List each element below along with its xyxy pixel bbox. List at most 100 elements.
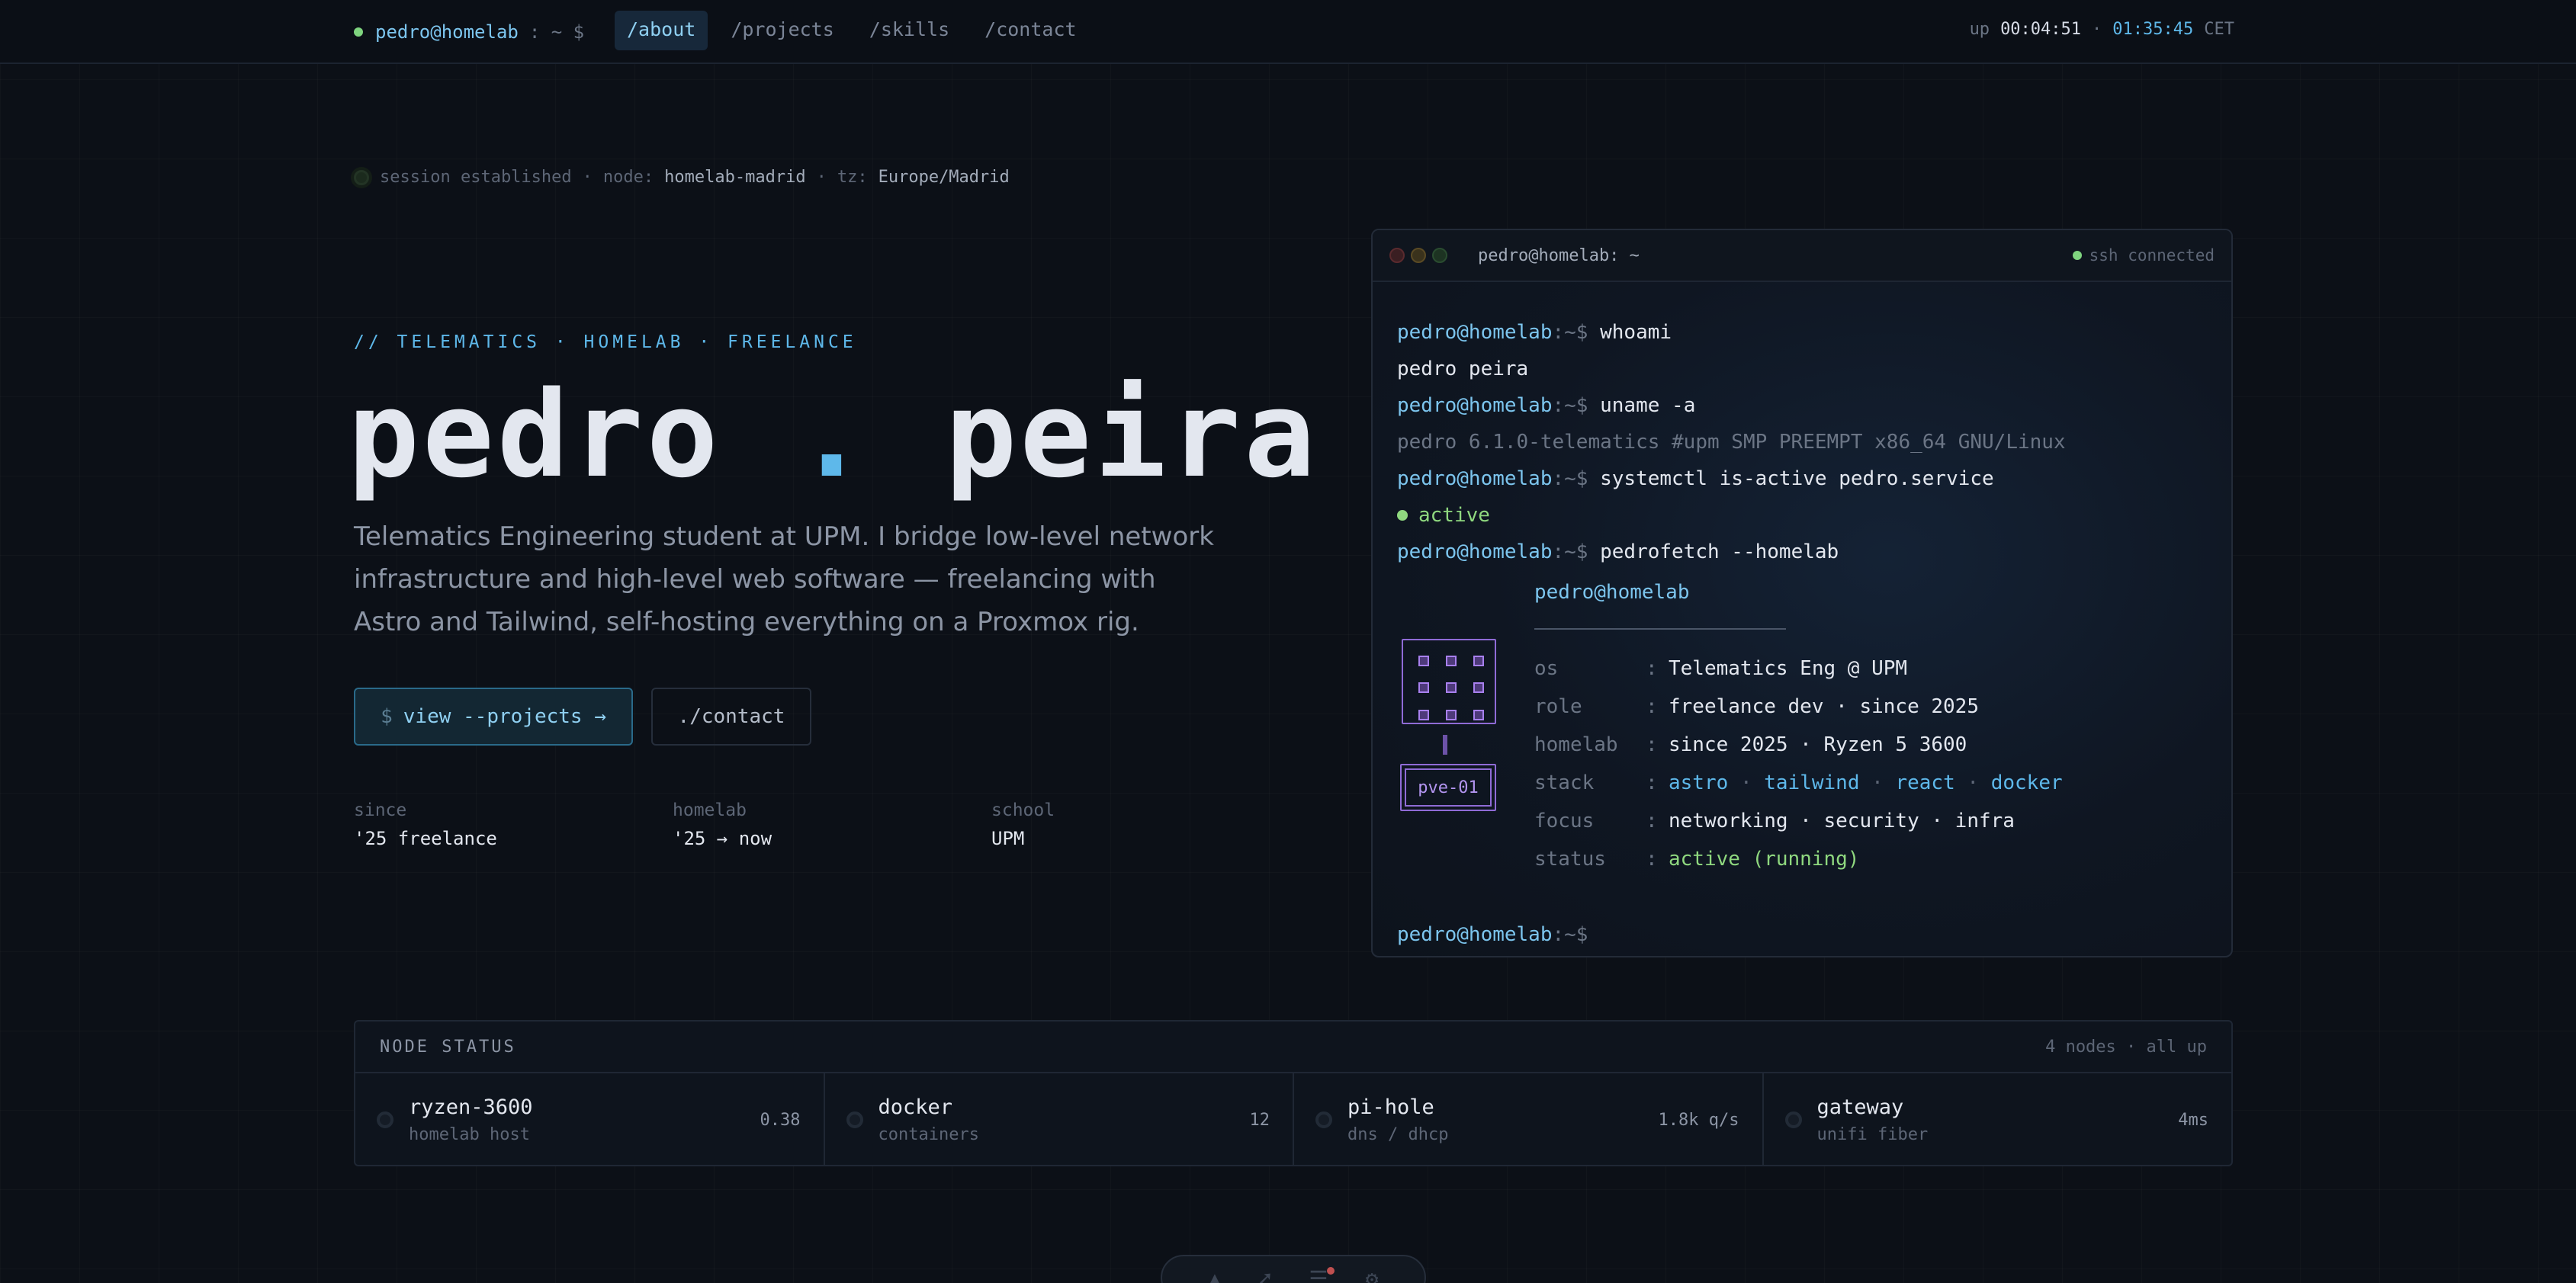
fetch-key: homelab [1534,733,1618,756]
rocket-icon[interactable]: ➚ [1258,1269,1271,1283]
stat-since: since '25 freelance [354,800,673,849]
stat-label: school [991,800,1055,820]
node-card[interactable]: ryzen-3600 homelab host 0.38 [355,1073,825,1166]
prompt-suffix: :~$ [1552,321,1588,344]
fetch-value: Telematics Eng @ UPM [1669,657,1908,680]
fetch-row-os: os : Telematics Eng @ UPM [1534,650,2063,688]
command: uname -a [1600,394,1696,417]
fetch-row-role: role : freelance dev · since 2025 [1534,688,2063,726]
session-separator: · [816,168,827,187]
astro-icon[interactable]: ▲ [1209,1269,1222,1283]
prompt-suffix: :~$ [1552,394,1588,417]
uptime-value: 00:04:51 [2000,20,2082,39]
prompt-path: : ~ $ [528,21,585,43]
node-card[interactable]: pi-hole dns / dhcp 1.8k q/s [1294,1073,1764,1166]
node-name: docker [878,1095,953,1119]
terminal-line: pedro@homelab:~$ uname -a [1397,387,2207,424]
fetch-value: networking · security · infra [1669,810,2015,832]
top-navbar: pedro@homelab : ~ $ /about /projects /sk… [0,0,2576,64]
minimize-window-icon[interactable] [1411,248,1426,263]
terminal-body[interactable]: pedro@homelab:~$ whoami pedro peira pedr… [1373,282,2231,953]
node-status-icon [1315,1111,1332,1128]
fetch-key: status [1534,848,1606,871]
fetch-row-stack: stack : astro · tailwind · react · docke… [1534,764,2063,802]
fetch-key: stack [1534,771,1595,794]
terminal-window: pedro@homelab: ~ ssh connected pedro@hom… [1371,229,2233,957]
node-name: pi-hole [1347,1095,1434,1119]
stack-separator: · [1871,771,1884,794]
fetch-key: focus [1534,810,1595,832]
stack-list: astro · tailwind · react · docker [1669,764,2063,802]
nav-contact[interactable]: /contact [972,11,1088,50]
nav-skills[interactable]: /skills [857,11,962,50]
command-output: pedro 6.1.0-telematics #upm SMP PREEMPT … [1397,431,2066,454]
fetch-row-status: status : active (running) [1534,840,2063,878]
nav-projects[interactable]: /projects [718,11,846,50]
session-line: session established · node: homelab-madr… [354,168,1010,187]
bottom-dock: ▲ ➚ ☰ ⚙ [1161,1255,1426,1283]
prompt-suffix: :~$ [1552,540,1588,563]
gear-icon[interactable]: ⚙ [1366,1269,1379,1283]
fetch-row-homelab: homelab : since 2025 · Ryzen 5 3600 [1534,726,2063,764]
server-label: pve-01 [1405,768,1492,807]
stat-value: UPM [991,828,1025,849]
menu-icon[interactable]: ☰ [1309,1267,1335,1283]
fetch-value: active (running) [1669,848,1860,871]
node-status-panel: NODE STATUS 4 nodes · all up ryzen-3600 … [354,1020,2233,1166]
nav-about[interactable]: /about [615,11,708,50]
active-status-icon [1397,510,1408,521]
session-status-icon [354,169,369,185]
terminal-input-line[interactable]: pedro@homelab:~$ [1397,916,2207,953]
stat-school: school UPM [991,800,1310,849]
nav-prompt[interactable]: pedro@homelab : ~ $ [354,18,584,46]
contact-button[interactable]: ./contact [651,688,811,746]
server-led [1418,709,1429,720]
node-metric: 0.38 [760,1110,801,1130]
server-led [1473,682,1484,694]
prompt-suffix: :~$ [1552,467,1588,490]
node-card[interactable]: docker containers 12 [825,1073,1294,1166]
stack-item: tailwind [1764,771,1860,794]
terminal-line: pedro@homelab:~$ whoami [1397,314,2207,351]
close-window-icon[interactable] [1389,248,1405,263]
node-label: node: [602,168,654,187]
stat-value: '25 freelance [354,828,497,849]
uptime-separator: · [2092,20,2102,39]
stack-item: astro [1669,771,1729,794]
fetch-key: role [1534,695,1582,718]
uptime-label: up [1969,20,1990,39]
node-metric: 1.8k q/s [1658,1110,1739,1130]
stat-label: homelab [673,800,747,820]
node-info: gateway unifi fiber [1817,1095,2179,1144]
fetch-colon: : [1646,810,1658,832]
node-name: gateway [1816,1095,1904,1119]
maximize-window-icon[interactable] [1432,248,1447,263]
fetch-colon: : [1646,771,1658,794]
node-card[interactable]: gateway unifi fiber 4ms [1764,1073,2232,1166]
stat-homelab: homelab '25 → now [673,800,991,849]
fetch-output: pve-01 pedro@homelab os : Telematics Eng… [1397,581,2207,916]
fetch-key: os [1534,657,1559,680]
node-value: homelab-madrid [664,168,806,187]
stack-separator: · [1739,771,1752,794]
ssh-status-icon [2072,251,2082,260]
stat-value: '25 → now [673,828,772,849]
node-status-summary: 4 nodes · all up [2045,1037,2207,1057]
view-projects-button[interactable]: $ view --projects → [354,688,633,746]
node-subtitle: unifi fiber [1816,1125,1929,1144]
server-rack-icon [1402,639,1496,724]
server-led [1473,709,1484,720]
server-led [1446,682,1457,694]
stack-item: docker [1990,771,2063,794]
hero-description: Telematics Engineering student at UPM. I… [354,521,1214,637]
node-status-icon [377,1111,393,1128]
notification-badge [1326,1267,1335,1275]
node-metric: 4ms [2178,1110,2208,1130]
prompt-user: pedro@homelab [375,21,519,43]
node-info: pi-hole dns / dhcp [1347,1095,1659,1144]
node-status-icon [846,1111,863,1128]
prompt-suffix: :~$ [1552,923,1588,946]
fetch-colon: : [1646,733,1658,756]
server-led [1473,656,1484,666]
server-led [1418,656,1429,666]
